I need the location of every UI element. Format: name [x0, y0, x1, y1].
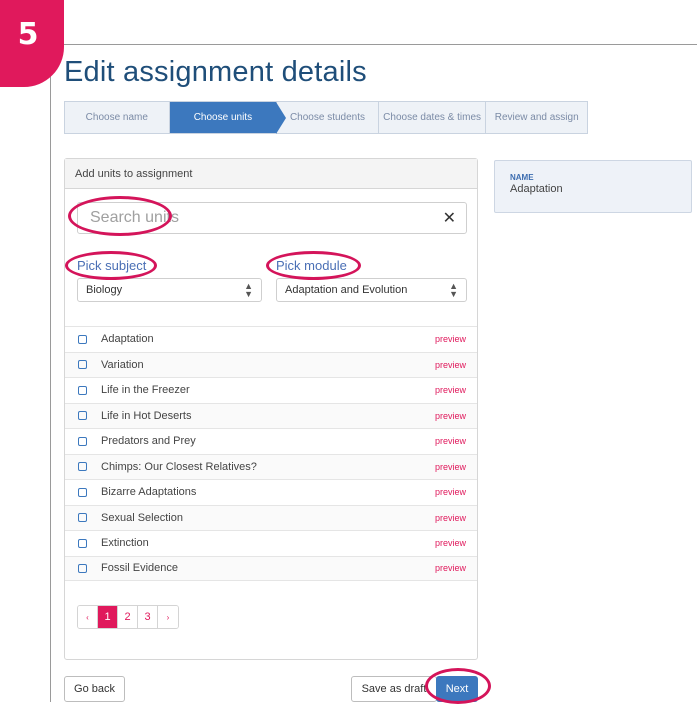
unit-checkbox[interactable] [78, 487, 87, 497]
unit-name: Extinction [101, 537, 149, 550]
list-item: Life in Hot Deserts preview [65, 402, 477, 428]
unit-checkbox[interactable] [78, 563, 87, 573]
unit-name: Variation [101, 358, 144, 371]
preview-link[interactable]: preview [435, 538, 466, 548]
preview-link[interactable]: preview [435, 334, 466, 344]
frame-top-border [50, 44, 697, 45]
subject-select[interactable]: Biology ▲ ▼ [77, 278, 262, 302]
unit-name: Adaptation [101, 333, 154, 346]
module-select-value: Adaptation and Evolution [285, 284, 408, 296]
list-item: Chimps: Our Closest Relatives? preview [65, 453, 477, 479]
wizard-step-review-assign[interactable]: Review and assign [486, 102, 587, 133]
preview-link[interactable]: preview [435, 487, 466, 497]
next-button[interactable]: Next [436, 676, 478, 702]
list-item: Life in the Freezer preview [65, 377, 477, 403]
unit-name: Bizarre Adaptations [101, 486, 197, 499]
unit-name: Chimps: Our Closest Relatives? [101, 460, 257, 473]
select-arrows-icon: ▲ ▼ [449, 281, 458, 299]
save-draft-button[interactable]: Save as draft [351, 676, 437, 702]
unit-checkbox[interactable] [78, 513, 87, 523]
search-box: ✕ [77, 202, 467, 234]
pagination-page-1[interactable]: 1 [98, 606, 118, 628]
preview-link[interactable]: preview [435, 411, 466, 421]
unit-checkbox[interactable] [78, 538, 87, 548]
wizard-step-choose-students[interactable]: Choose students [277, 102, 379, 133]
wizard-step-choose-name[interactable]: Choose name [65, 102, 170, 133]
name-value: Adaptation [510, 183, 563, 195]
pick-subject-label: Pick subject [77, 258, 147, 273]
preview-link[interactable]: preview [435, 563, 466, 573]
list-item: Extinction preview [65, 530, 477, 556]
pagination-prev[interactable]: ‹ [78, 606, 98, 628]
wizard-step-choose-dates[interactable]: Choose dates & times [378, 102, 487, 133]
pagination: ‹ 1 2 3 › [77, 605, 179, 629]
preview-link[interactable]: preview [435, 385, 466, 395]
units-panel-header: Add units to assignment [65, 159, 477, 189]
list-item: Bizarre Adaptations preview [65, 479, 477, 505]
unit-name: Life in the Freezer [101, 384, 190, 397]
preview-link[interactable]: preview [435, 360, 466, 370]
unit-name: Fossil Evidence [101, 562, 179, 575]
unit-name: Sexual Selection [101, 511, 183, 524]
preview-link[interactable]: preview [435, 513, 466, 523]
select-arrows-icon: ▲ ▼ [244, 281, 253, 299]
unit-checkbox[interactable] [78, 385, 87, 395]
list-item: Adaptation preview [65, 326, 477, 352]
preview-link[interactable]: preview [435, 436, 466, 446]
assignment-summary-card: NAME Adaptation [494, 160, 692, 213]
preview-link[interactable]: preview [435, 462, 466, 472]
unit-checkbox[interactable] [78, 334, 87, 344]
subject-select-value: Biology [86, 284, 123, 296]
wizard-steps: Choose name Choose units Choose students… [64, 101, 588, 134]
unit-list: Adaptation preview Variation preview Lif… [65, 326, 477, 581]
pagination-next[interactable]: › [158, 606, 178, 628]
go-back-button[interactable]: Go back [64, 676, 125, 702]
search-input[interactable] [88, 208, 443, 228]
unit-name: Predators and Prey [101, 435, 196, 448]
module-select[interactable]: Adaptation and Evolution ▲ ▼ [276, 278, 467, 302]
pagination-page-2[interactable]: 2 [118, 606, 138, 628]
page-title: Edit assignment details [64, 56, 367, 88]
name-label: NAME [510, 173, 534, 182]
pagination-page-3[interactable]: 3 [138, 606, 158, 628]
unit-name: Life in Hot Deserts [101, 409, 192, 422]
close-icon[interactable]: ✕ [443, 208, 456, 228]
pick-module-label: Pick module [276, 258, 347, 273]
unit-checkbox[interactable] [78, 436, 87, 446]
list-item: Variation preview [65, 351, 477, 377]
frame-left-border [50, 44, 51, 702]
list-item: Sexual Selection preview [65, 504, 477, 530]
step-number-badge: 5 [0, 0, 64, 87]
wizard-step-choose-units[interactable]: Choose units [169, 102, 286, 134]
units-panel: Add units to assignment ✕ Pick subject B… [64, 158, 478, 660]
unit-checkbox[interactable] [78, 411, 87, 421]
list-item: Fossil Evidence preview [65, 555, 477, 581]
list-item: Predators and Prey preview [65, 428, 477, 454]
unit-checkbox[interactable] [78, 360, 87, 370]
unit-checkbox[interactable] [78, 462, 87, 472]
